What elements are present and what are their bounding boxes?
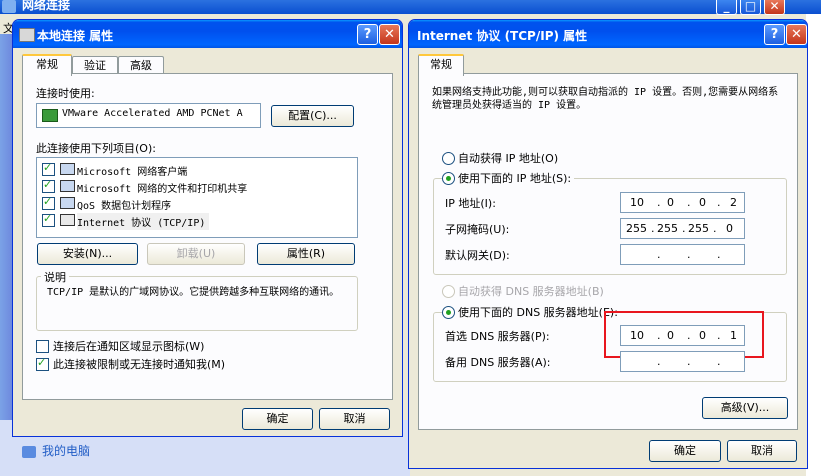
auto-ip-radio[interactable] [442, 152, 455, 165]
items-label: 此连接使用下列项目(O): [36, 142, 156, 155]
file-share-icon [60, 180, 75, 192]
network-adapter-icon [19, 28, 35, 42]
close-icon[interactable]: ✕ [764, 0, 785, 15]
help-icon[interactable]: ? [357, 24, 378, 45]
properties-button[interactable]: 属性(R) [257, 243, 355, 265]
tab-authentication[interactable]: 验证 [72, 56, 118, 74]
dns2-label: 备用 DNS 服务器(A): [445, 356, 551, 369]
cancel-button[interactable]: 取消 [319, 408, 390, 430]
auto-dns-radio[interactable] [442, 285, 455, 298]
advanced-button[interactable]: 高级(V)... [702, 397, 788, 419]
ip-octet: 0 [667, 196, 674, 209]
network-card-icon [42, 109, 58, 122]
item-label: Internet 协议 (TCP/IP) [77, 213, 210, 230]
components-list[interactable]: Microsoft 网络客户端 Microsoft 网络的文件和打印机共享 Qo… [36, 157, 358, 238]
dialog-title: Internet 协议 (TCP/IP) 属性 [417, 29, 588, 43]
mask-octet: 255 [626, 222, 647, 235]
tab-general[interactable]: 常规 [22, 54, 72, 76]
ip-octet: 2 [730, 196, 737, 209]
mask-octet: 255 [688, 222, 709, 235]
background-content [806, 14, 821, 476]
description-text: TCP/IP 是默认的广域网协议。它提供跨越多种互联网络的通讯。 [47, 287, 340, 298]
sidebar-item-label: 我的电脑 [42, 444, 91, 458]
list-item[interactable]: Microsoft 网络的文件和打印机共享 [37, 178, 357, 195]
computer-icon [22, 445, 36, 458]
show-icon-label: 连接后在通知区域显示图标(W) [53, 340, 205, 353]
tab-general[interactable]: 常规 [418, 54, 464, 76]
item-checkbox[interactable] [42, 161, 55, 176]
qos-icon [60, 197, 75, 209]
mask-octet: 255 [657, 222, 678, 235]
manual-dns-radio[interactable] [442, 306, 455, 319]
close-icon[interactable]: ✕ [786, 24, 807, 45]
uninstall-button[interactable]: 卸载(U) [147, 243, 245, 265]
help-icon[interactable]: ? [764, 24, 785, 45]
list-item[interactable]: Internet 协议 (TCP/IP) [37, 212, 357, 230]
tab-advanced[interactable]: 高级 [118, 56, 164, 74]
tcpip-properties-dialog: Internet 协议 (TCP/IP) 属性 ? ✕ 常规 如果网络支持此功能… [408, 19, 808, 469]
tab-strip: 常规 验证 高级 [22, 54, 222, 76]
adapter-properties-dialog: 本地连接 属性 ? ✕ 常规 验证 高级 连接时使用: VMware Accel… [12, 19, 403, 437]
notify-checkbox[interactable] [36, 356, 49, 371]
alternate-dns-field[interactable]: ... [620, 351, 745, 372]
subnet-mask-field[interactable]: 255. 255. 255. 0 [620, 218, 745, 239]
dialog-titlebar: Internet 协议 (TCP/IP) 属性 ? ✕ [409, 20, 807, 48]
ok-button[interactable]: 确定 [649, 440, 721, 462]
item-checkbox[interactable] [42, 178, 55, 193]
configure-button[interactable]: 配置(C)... [271, 105, 354, 127]
show-icon-checkbox[interactable] [36, 340, 49, 353]
ip-label: IP 地址(I): [445, 197, 496, 210]
install-button[interactable]: 安装(N)... [37, 243, 138, 265]
gateway-label: 默认网关(D): [445, 249, 510, 262]
ok-button[interactable]: 确定 [242, 408, 313, 430]
notify-label: 此连接被限制或无连接时通知我(M) [53, 358, 226, 371]
manual-ip-radio[interactable] [442, 172, 455, 185]
auto-ip-label: 自动获得 IP 地址(O) [458, 152, 559, 165]
item-checkbox[interactable] [42, 212, 55, 227]
ip-octet: 10 [630, 196, 644, 209]
dns1-label: 首选 DNS 服务器(P): [445, 330, 550, 343]
general-tab-page: 如果网络支持此功能,则可以获取自动指派的 IP 设置。否则,您需要从网络系统管理… [418, 73, 798, 430]
adapter-name-field: VMware Accelerated AMD PCNet A [36, 103, 261, 128]
adapter-name: VMware Accelerated AMD PCNet A [62, 108, 243, 119]
manual-ip-label: 使用下面的 IP 地址(S): [455, 170, 575, 186]
protocol-icon [60, 214, 75, 226]
list-item[interactable]: QoS 数据包计划程序 [37, 195, 357, 212]
background-title: 网络连接 [22, 0, 71, 12]
item-label: QoS 数据包计划程序 [77, 201, 172, 212]
mask-octet: 0 [726, 222, 733, 235]
network-folder-icon [2, 0, 16, 13]
tab-strip: 常规 [418, 54, 478, 76]
description-legend: 说明 [41, 269, 69, 285]
item-checkbox[interactable] [42, 195, 55, 210]
connect-using-label: 连接时使用: [36, 87, 95, 100]
ip-octet: 0 [699, 196, 706, 209]
ip-address-field[interactable]: 10. 0. 0. 2 [620, 192, 745, 213]
intro-text: 如果网络支持此功能,则可以获取自动指派的 IP 设置。否则,您需要从网络系统管理… [432, 87, 779, 111]
background-titlebar: 网络连接 _ □ ✕ [0, 0, 821, 15]
item-label: Microsoft 网络的文件和打印机共享 [77, 184, 248, 195]
item-label: Microsoft 网络客户端 [77, 167, 188, 178]
maximize-icon[interactable]: □ [740, 0, 761, 15]
general-tab-page: 连接时使用: VMware Accelerated AMD PCNet A 配置… [22, 73, 393, 400]
dialog-title: 本地连接 属性 [37, 29, 114, 43]
sidebar-item-my-computer[interactable]: 我的电脑 [22, 442, 90, 459]
auto-dns-label: 自动获得 DNS 服务器地址(B) [458, 285, 604, 298]
list-item[interactable]: Microsoft 网络客户端 [37, 161, 357, 178]
cancel-button[interactable]: 取消 [727, 440, 797, 462]
close-icon[interactable]: ✕ [379, 24, 400, 45]
mask-label: 子网掩码(U): [445, 223, 510, 236]
description-group [36, 276, 358, 331]
minimize-icon[interactable]: _ [716, 0, 737, 15]
manual-dns-label: 使用下面的 DNS 服务器地址(E): [455, 304, 621, 320]
dialog-titlebar: 本地连接 属性 ? ✕ [13, 20, 402, 48]
gateway-field[interactable]: ... [620, 244, 745, 265]
client-icon [60, 163, 75, 175]
